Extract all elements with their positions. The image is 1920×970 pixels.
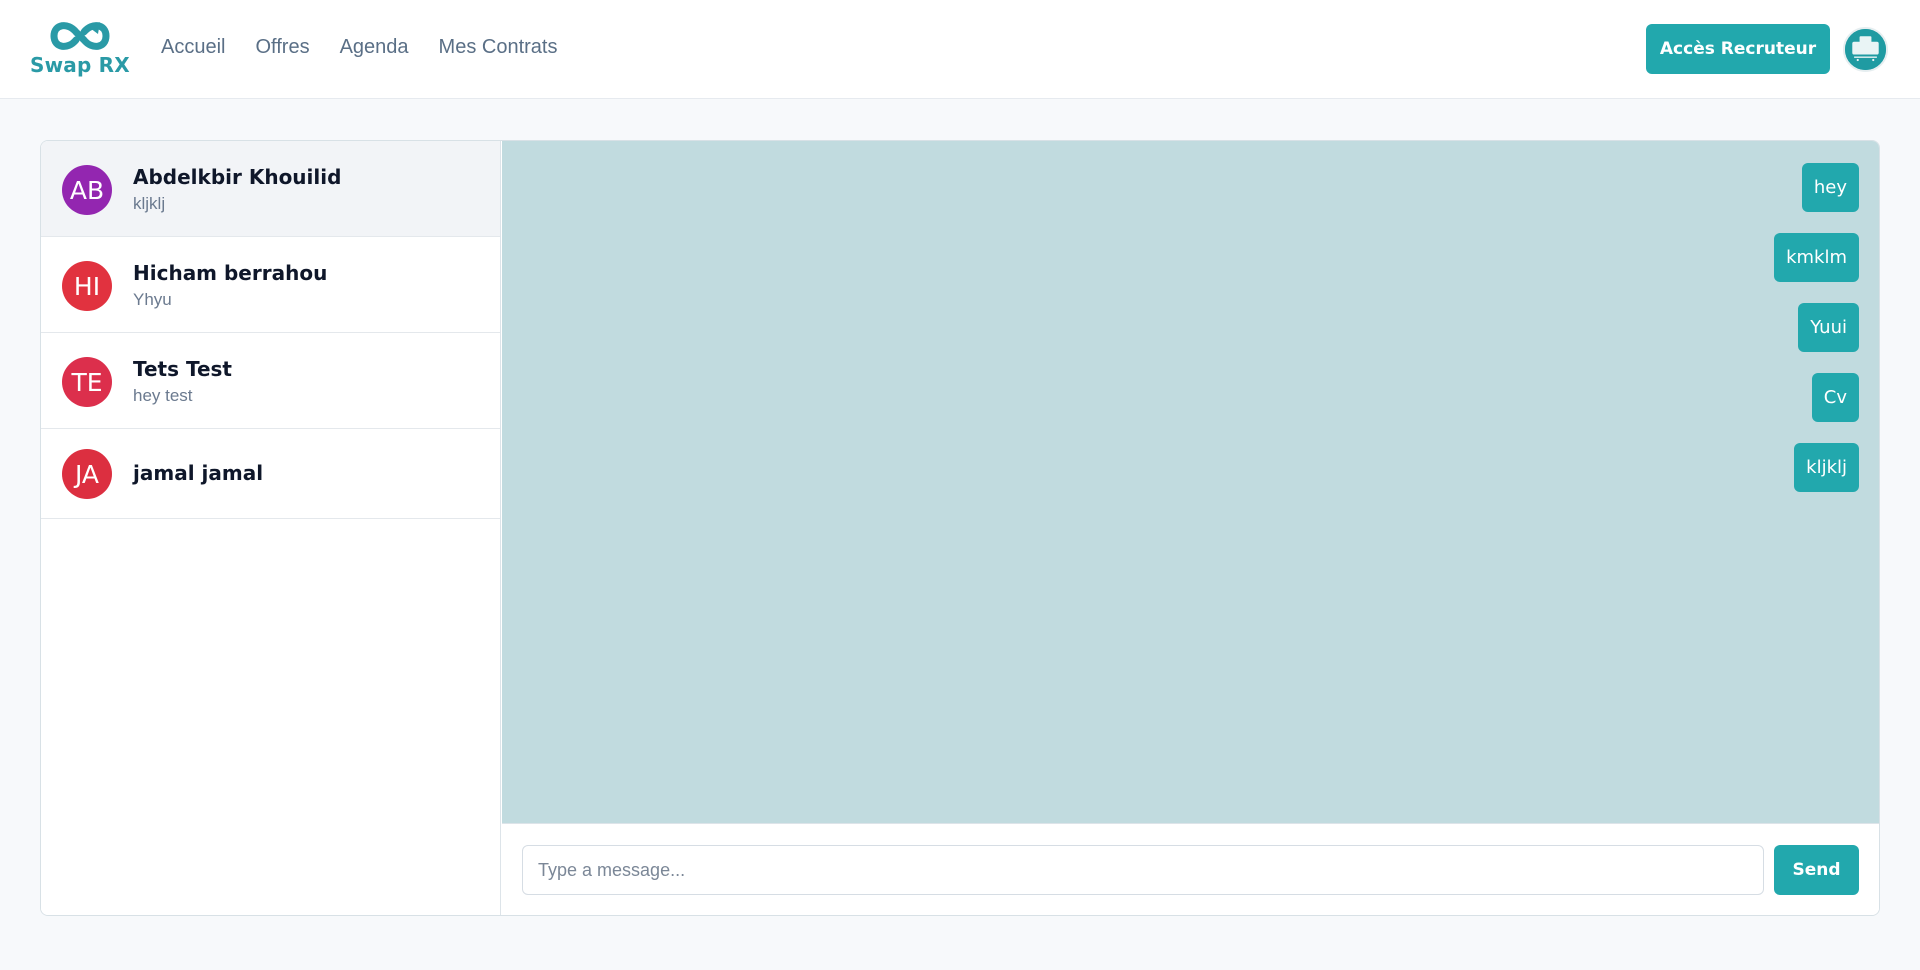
- top-navbar: Swap RX Accueil Offres Agenda Mes Contra…: [0, 0, 1920, 99]
- conversation-list: AB Abdelkbir Khouilid kljklj HI Hicham b…: [41, 141, 501, 915]
- conversation-item[interactable]: JA jamal jamal: [41, 429, 500, 519]
- message-bubble: hey: [1801, 163, 1859, 212]
- contact-avatar: HI: [62, 261, 112, 311]
- contact-name: Abdelkbir Khouilid: [133, 165, 342, 189]
- message-bubble: Yuui: [1798, 303, 1859, 352]
- conversation-item[interactable]: TE Tets Test hey test: [41, 333, 500, 429]
- contact-avatar: JA: [62, 449, 112, 499]
- message-bubble: Cv: [1811, 373, 1859, 422]
- nav-link-offres[interactable]: Offres: [255, 36, 309, 59]
- contact-avatar: TE: [62, 357, 112, 407]
- contact-avatar: AB: [62, 165, 112, 215]
- chat-messages-area[interactable]: hey kmklm Yuui Cv kljklj: [502, 141, 1879, 823]
- recruiter-access-button[interactable]: Accès Recruteur: [1646, 24, 1830, 74]
- contact-last-message: Yhyu: [133, 290, 172, 309]
- message-input[interactable]: [522, 845, 1764, 895]
- message-composer: Send: [502, 823, 1879, 915]
- nav-link-mes-contrats[interactable]: Mes Contrats: [439, 36, 558, 59]
- brand-logo[interactable]: Swap RX: [28, 18, 132, 80]
- user-avatar-icon: [1845, 29, 1886, 70]
- contact-last-message: kljklj: [133, 194, 166, 213]
- messaging-panel: AB Abdelkbir Khouilid kljklj HI Hicham b…: [40, 140, 1880, 916]
- contact-name: Tets Test: [133, 357, 232, 381]
- nav-link-accueil[interactable]: Accueil: [161, 36, 225, 59]
- main-nav: Accueil Offres Agenda Mes Contrats: [161, 36, 587, 59]
- nav-link-agenda[interactable]: Agenda: [340, 36, 409, 59]
- conversation-item[interactable]: AB Abdelkbir Khouilid kljklj: [41, 141, 500, 237]
- contact-name: jamal jamal: [133, 461, 264, 485]
- profile-avatar[interactable]: [1843, 27, 1888, 72]
- brand-name: Swap RX: [30, 53, 130, 77]
- conversation-item[interactable]: HI Hicham berrahou Yhyu: [41, 237, 500, 333]
- contact-name: Hicham berrahou: [133, 261, 328, 285]
- send-button[interactable]: Send: [1774, 845, 1859, 895]
- message-bubble: kljklj: [1794, 443, 1859, 492]
- message-thread: hey kmklm Yuui Cv kljklj: [1774, 163, 1859, 513]
- infinity-arrows-icon: [50, 22, 110, 50]
- message-bubble: kmklm: [1774, 233, 1859, 282]
- contact-last-message: hey test: [133, 386, 193, 405]
